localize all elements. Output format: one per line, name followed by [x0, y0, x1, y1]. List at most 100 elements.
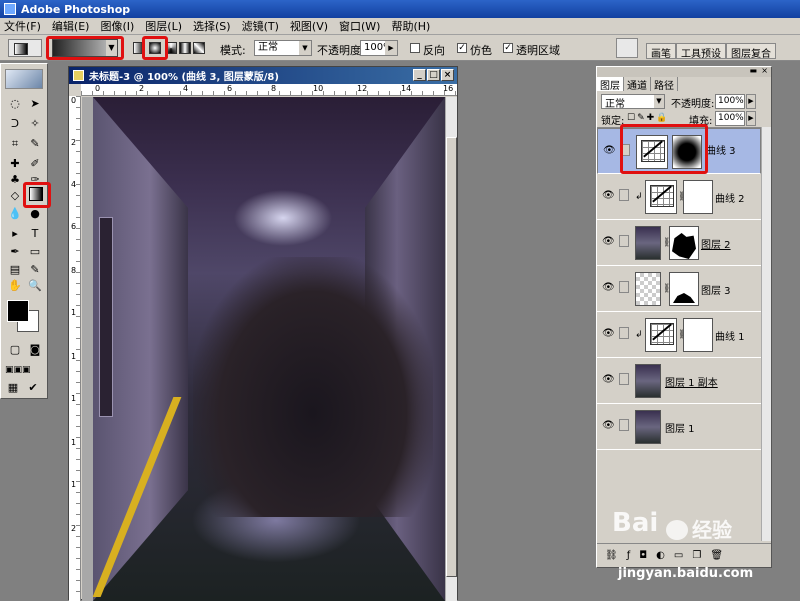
zombie-corridor-image[interactable]: [93, 97, 445, 601]
menu-layer[interactable]: 图层(L): [145, 18, 182, 34]
close-button[interactable]: ×: [441, 69, 454, 81]
tab-brushes[interactable]: 画笔: [646, 43, 676, 60]
menu-edit[interactable]: 编辑(E): [52, 18, 90, 34]
tab-layers[interactable]: 图层: [597, 77, 624, 92]
layer-mask-thumbnail[interactable]: [683, 318, 713, 352]
mode-select[interactable]: 正常 ▼: [254, 40, 312, 56]
layer-name[interactable]: 图层 1 副本: [665, 374, 718, 389]
path-selection-icon[interactable]: ▸: [7, 226, 23, 242]
layer-thumbnail[interactable]: [635, 364, 661, 398]
layer-row-layer1-copy[interactable]: 👁 图层 1 副本: [597, 358, 761, 404]
brush-tool-icon[interactable]: ✐: [27, 156, 43, 172]
reverse-checkbox[interactable]: [410, 43, 420, 53]
tab-layer-comps[interactable]: 图层复合: [726, 43, 776, 60]
layer-thumbnail[interactable]: [635, 410, 661, 444]
eye-icon[interactable]: 👁: [602, 421, 615, 431]
layer-mask-thumbnail[interactable]: [669, 226, 699, 260]
panel-header[interactable]: ▬ ×: [597, 66, 771, 77]
document-title-bar[interactable]: 未标题-3 @ 100% (曲线 3, 图层蒙版/8) _ □ ×: [69, 67, 457, 84]
layer-style-icon[interactable]: ƒ: [627, 550, 631, 561]
adjustment-layer-icon[interactable]: ◐: [656, 550, 665, 561]
curves-adjustment-thumbnail[interactable]: [645, 318, 677, 352]
layer-thumbnail[interactable]: [635, 226, 661, 260]
opacity-field[interactable]: 100% ▶: [360, 40, 398, 56]
eye-icon[interactable]: 👁: [602, 237, 615, 247]
eye-icon[interactable]: 👁: [603, 146, 616, 156]
menu-filter[interactable]: 滤镜(T): [242, 18, 279, 34]
layer-thumbnail[interactable]: [635, 272, 661, 306]
zoom-tool-icon[interactable]: 🔍: [27, 278, 43, 294]
tab-channels[interactable]: 通道: [624, 77, 651, 92]
curves-adjustment-thumbnail[interactable]: [645, 180, 677, 214]
layer-opacity-field[interactable]: 100%: [715, 94, 745, 109]
blur-tool-icon[interactable]: 💧: [7, 206, 23, 222]
pen-tool-icon[interactable]: ✒: [7, 244, 23, 260]
brush-link-box[interactable]: [619, 235, 629, 247]
marquee-tool-icon[interactable]: ◌: [7, 96, 23, 112]
eye-icon[interactable]: 👁: [602, 283, 615, 293]
new-group-icon[interactable]: ▭: [674, 550, 683, 561]
layer-row-layer3[interactable]: 👁 ⛓ 图层 3: [597, 266, 761, 312]
blend-mode-select[interactable]: 正常 ▼: [601, 94, 665, 110]
eye-icon[interactable]: 👁: [602, 329, 615, 339]
quick-mask-icon[interactable]: ◙: [27, 342, 43, 358]
reflected-gradient-button[interactable]: [179, 42, 191, 54]
link-layers-icon[interactable]: ⛓: [605, 550, 618, 561]
canvas-area[interactable]: [82, 97, 445, 601]
standard-mode-icon[interactable]: ▢: [7, 342, 23, 358]
eye-icon[interactable]: 👁: [602, 191, 615, 201]
shape-tool-icon[interactable]: ▭: [27, 244, 43, 260]
eyedropper-icon[interactable]: ✎: [27, 262, 43, 278]
brush-link-box[interactable]: [619, 327, 629, 339]
layer-name[interactable]: 曲线 2: [715, 190, 745, 205]
add-mask-icon[interactable]: ◘: [639, 550, 647, 561]
menu-window[interactable]: 窗口(W): [339, 18, 380, 34]
eye-icon[interactable]: 👁: [602, 375, 615, 385]
layer-name[interactable]: 图层 1: [665, 420, 695, 435]
healing-brush-icon[interactable]: ✚: [7, 156, 23, 172]
layer-mask-thumbnail[interactable]: [669, 272, 699, 306]
layer-row-curves1[interactable]: 👁 ↲ ⛓ 曲线 1: [597, 312, 761, 358]
layers-scrollbar[interactable]: [761, 127, 771, 541]
lasso-tool-icon[interactable]: ᑐ: [7, 116, 23, 132]
lock-options-icons[interactable]: ☐✎✚🔒: [627, 113, 669, 123]
tab-paths[interactable]: 路径: [651, 77, 678, 92]
eraser-tool-icon[interactable]: ◇: [7, 188, 23, 204]
brush-link-box[interactable]: [619, 419, 629, 431]
minimize-button[interactable]: _: [413, 69, 426, 81]
chevron-right-icon[interactable]: ▶: [746, 111, 756, 126]
brush-link-box[interactable]: [619, 189, 629, 201]
menu-view[interactable]: 视图(V): [290, 18, 328, 34]
diamond-gradient-button[interactable]: [193, 42, 205, 54]
crop-tool-icon[interactable]: ⌗: [7, 136, 23, 152]
menu-help[interactable]: 帮助(H): [391, 18, 430, 34]
layer-name[interactable]: 图层 3: [701, 282, 731, 297]
delete-layer-icon[interactable]: 🗑: [710, 550, 723, 561]
minimize-icon[interactable]: ▬: [749, 66, 757, 75]
menu-select[interactable]: 选择(S): [193, 18, 231, 34]
new-layer-icon[interactable]: ❐: [692, 550, 701, 561]
layer-row-layer1[interactable]: 👁 图层 1: [597, 404, 761, 450]
layer-name[interactable]: 图层 2: [701, 236, 731, 251]
screen-mode-icon[interactable]: ▣▣▣: [5, 362, 31, 378]
dodge-tool-icon[interactable]: ●: [27, 206, 43, 222]
transparency-checkbox[interactable]: ✓: [503, 43, 513, 53]
foreground-color-swatch[interactable]: [7, 300, 29, 322]
palette-well-icon[interactable]: [616, 38, 638, 58]
notes-tool-icon[interactable]: ▤: [7, 262, 23, 278]
layer-name[interactable]: 曲线 3: [706, 145, 736, 159]
fill-field[interactable]: 100%: [715, 111, 745, 126]
imageready-icon[interactable]: ✔: [25, 380, 41, 396]
jump-to-imageready-icon[interactable]: ▦: [5, 380, 21, 396]
layer-mask-thumbnail[interactable]: [683, 180, 713, 214]
tool-preset-picker[interactable]: [8, 39, 42, 57]
maximize-button[interactable]: □: [427, 69, 440, 81]
menu-file[interactable]: 文件(F): [4, 18, 41, 34]
brush-link-box[interactable]: [619, 373, 629, 385]
scrollbar-thumb[interactable]: [446, 137, 457, 577]
type-tool-icon[interactable]: T: [27, 226, 43, 242]
vertical-scrollbar[interactable]: [445, 97, 457, 601]
chevron-right-icon[interactable]: ▶: [746, 94, 756, 109]
layer-row-curves2[interactable]: 👁 ↲ ⛓ 曲线 2: [597, 174, 761, 220]
close-icon[interactable]: ×: [761, 66, 768, 75]
